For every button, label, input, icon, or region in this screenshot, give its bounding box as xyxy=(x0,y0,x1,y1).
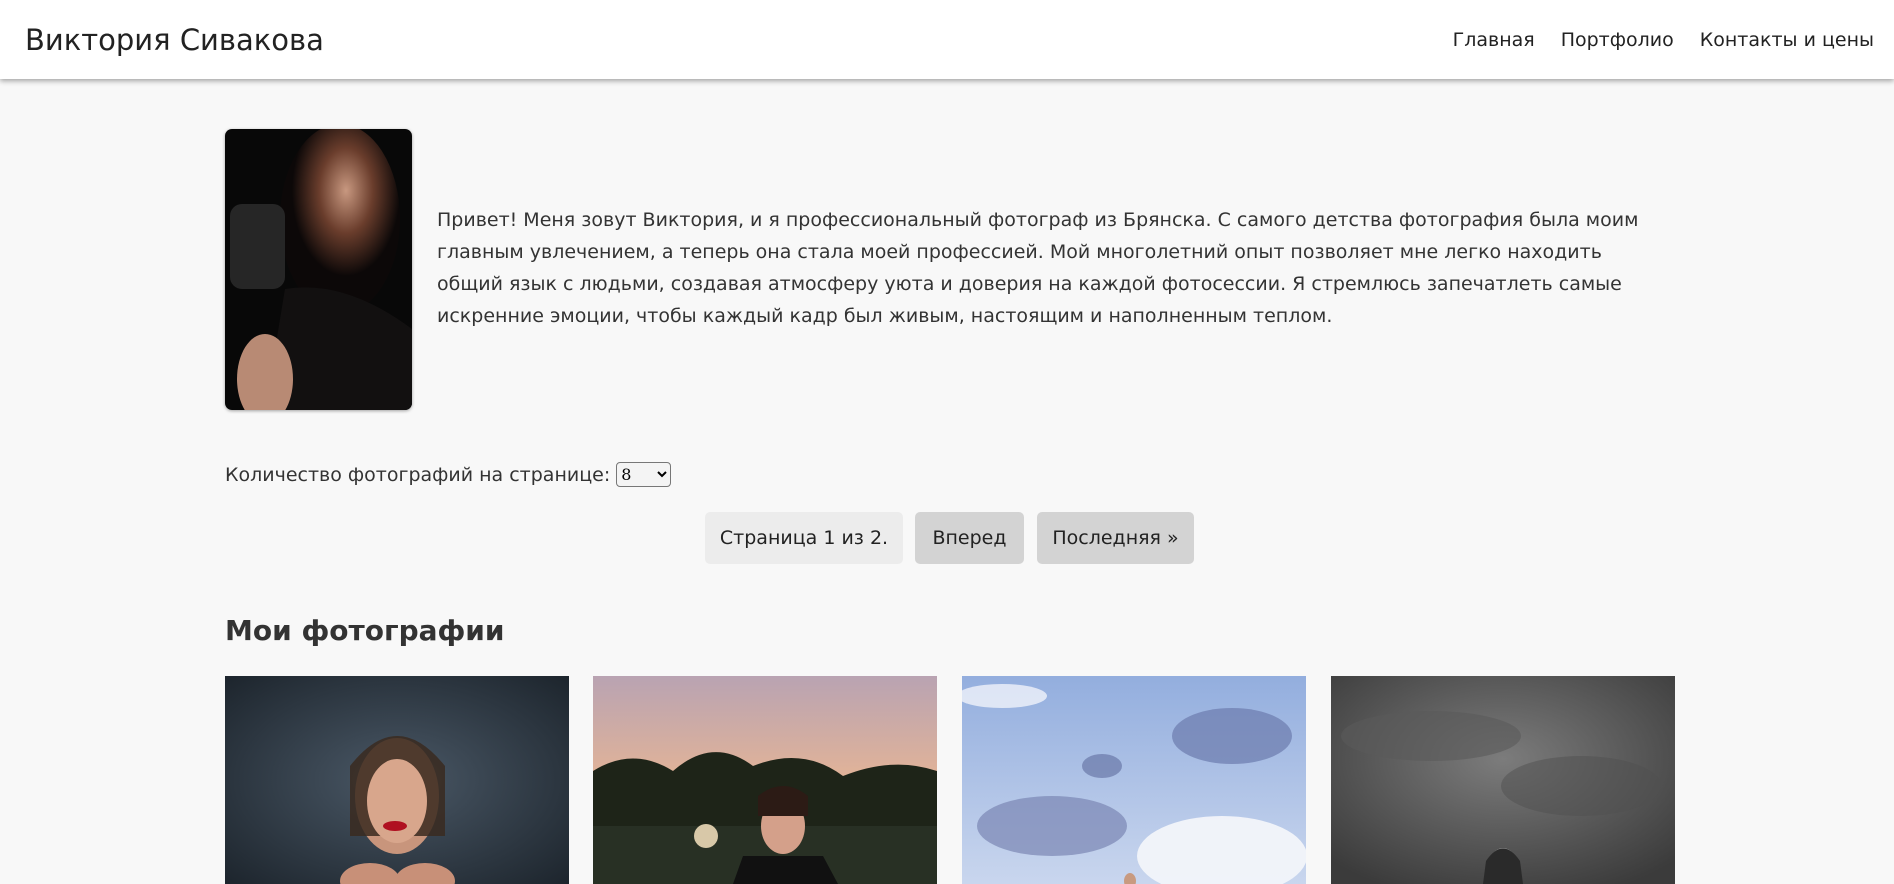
gallery-photo-3[interactable] xyxy=(962,676,1306,884)
profile-photo xyxy=(225,129,412,410)
gallery-photo-4[interactable] xyxy=(1331,676,1675,884)
next-page-button[interactable]: Вперед xyxy=(915,512,1024,564)
gallery-photo-2[interactable] xyxy=(593,676,937,884)
nav-home-link[interactable]: Главная xyxy=(1453,29,1535,51)
nav-contacts-link[interactable]: Контакты и цены xyxy=(1700,29,1874,51)
page-info: Страница 1 из 2. xyxy=(705,512,903,564)
about-text: Привет! Меня зовут Виктория, и я професс… xyxy=(437,209,1639,327)
gallery-title: Мои фотографии xyxy=(225,614,505,647)
last-page-button[interactable]: Последняя » xyxy=(1037,512,1194,564)
nav-portfolio-link[interactable]: Портфолио xyxy=(1561,29,1674,51)
per-page-control: Количество фотографий на странице: 8 xyxy=(225,462,672,487)
main-nav: Главная Портфолио Контакты и цены xyxy=(1453,29,1874,51)
gallery-photo-1[interactable] xyxy=(225,676,569,884)
site-header: Виктория Сивакова Главная Портфолио Конт… xyxy=(0,0,1894,79)
per-page-select[interactable]: 8 xyxy=(616,462,672,487)
per-page-label: Количество фотографий на странице: xyxy=(225,463,611,486)
site-title[interactable]: Виктория Сивакова xyxy=(25,23,324,57)
